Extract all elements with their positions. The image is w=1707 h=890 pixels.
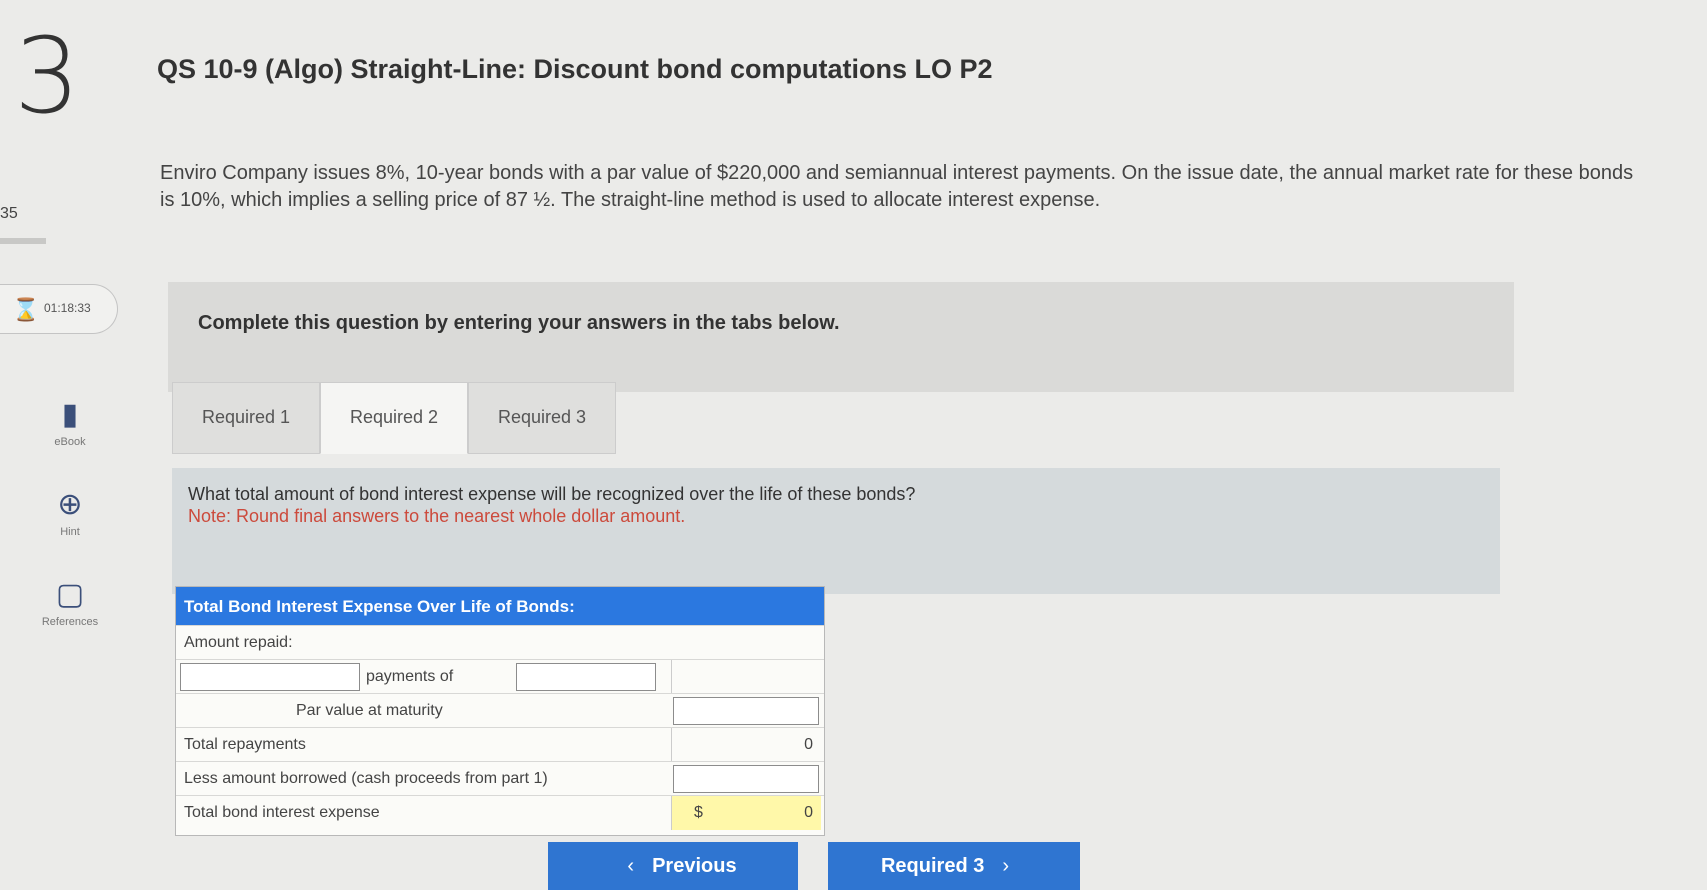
problem-statement: Enviro Company issues 8%, 10-year bonds … (160, 162, 1634, 211)
chevron-right-icon: › (1002, 854, 1010, 877)
hint-button[interactable]: ⊕ Hint (20, 488, 120, 539)
points-value: 35 (0, 205, 18, 222)
par-value-input[interactable] (673, 697, 819, 725)
question-prompt: What total amount of bond interest expen… (188, 484, 916, 504)
previous-button[interactable]: ‹ Previous (548, 842, 798, 890)
points-label (0, 238, 46, 244)
table-row: payments of (176, 659, 824, 694)
question-number: 3 (14, 15, 81, 137)
less-amount-borrowed-label: Less amount borrowed (cash proceeds from… (184, 770, 548, 787)
references-icon: ▢ (55, 578, 85, 611)
hint-label: Hint (60, 526, 80, 538)
tab-required-2[interactable]: Required 2 (320, 382, 468, 454)
required-3-button[interactable]: Required 3 › (828, 842, 1080, 890)
next-label: Required 3 (880, 854, 985, 877)
rounding-note: Note: Round final answers to the nearest… (188, 506, 686, 526)
currency-symbol: $ (694, 804, 703, 821)
total-interest-cell: $ 0 (671, 796, 821, 830)
total-repayments-value: 0 (671, 728, 821, 762)
table-row: Total bond interest expense $ 0 (176, 795, 824, 830)
total-interest-label: Total bond interest expense (184, 804, 380, 821)
question-title: QS 10-9 (Algo) Straight-Line: Discount b… (157, 54, 993, 84)
amount-repaid-label: Amount repaid: (184, 634, 293, 651)
ebook-button[interactable]: ▮ eBook (20, 398, 120, 449)
hint-icon: ⊕ (57, 488, 83, 521)
tab-required-3[interactable]: Required 3 (468, 382, 616, 454)
total-repayments-label: Total repayments (184, 736, 306, 753)
previous-label: Previous (652, 854, 737, 877)
question-panel: What total amount of bond interest expen… (172, 468, 1500, 594)
payment-total-cell (671, 660, 821, 694)
tab-required-1[interactable]: Required 1 (172, 382, 320, 454)
worksheet-header: Total Bond Interest Expense Over Life of… (176, 587, 824, 625)
hourglass-icon: ⌛ (12, 297, 40, 322)
instruction-bar: Complete this question by entering your … (168, 282, 1514, 392)
ebook-icon: ▮ (61, 398, 79, 431)
total-interest-value: 0 (804, 804, 813, 821)
table-row: Less amount borrowed (cash proceeds from… (176, 761, 824, 795)
table-row: Total repayments 0 (176, 727, 824, 762)
timer: ⌛ 01:18:33 (0, 284, 118, 334)
payment-count-input[interactable] (180, 663, 360, 691)
interest-expense-worksheet: Total Bond Interest Expense Over Life of… (175, 586, 825, 836)
required-tabs: Required 1 Required 2 Required 3 (172, 382, 616, 454)
amount-borrowed-input[interactable] (673, 765, 819, 793)
payments-of-label: payments of (366, 668, 454, 685)
instruction-text: Complete this question by entering your … (198, 312, 840, 334)
par-value-label: Par value at maturity (296, 702, 443, 719)
references-button[interactable]: ▢ References (20, 578, 120, 629)
timer-value: 01:18:33 (44, 301, 91, 315)
ebook-label: eBook (54, 436, 86, 448)
chevron-left-icon: ‹ (627, 854, 635, 877)
references-label: References (41, 616, 99, 628)
payment-amount-input[interactable] (516, 663, 656, 691)
question-page: 3 35 ⌛ 01:18:33 ▮ eBook ⊕ Hint ▢ Referen… (0, 0, 1707, 890)
table-row: Par value at maturity (176, 693, 824, 727)
table-row: Amount repaid: (176, 625, 824, 659)
